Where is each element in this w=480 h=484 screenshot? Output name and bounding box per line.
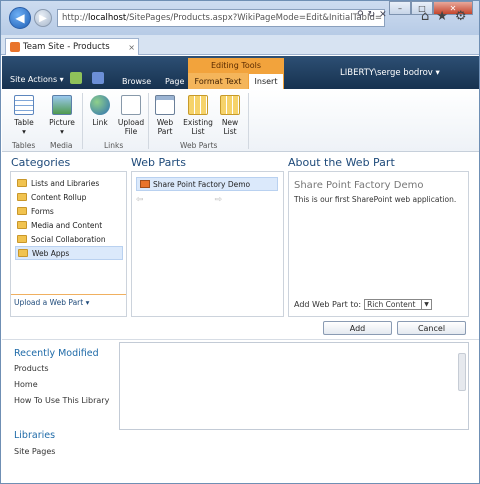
categories-panel: Lists and Libraries Content Rollup Forms… — [10, 171, 127, 317]
divider — [2, 339, 479, 340]
recently-modified-heading: Recently Modified — [14, 348, 99, 359]
back-icon[interactable]: ◀ — [9, 7, 31, 29]
web-part-item[interactable]: Share Point Factory Demo — [136, 177, 278, 191]
existing-list-icon — [188, 95, 208, 115]
add-button[interactable]: Add — [323, 321, 392, 335]
browser-window: ◀ ▶ http://localhost/SitePages/Products.… — [0, 0, 480, 484]
tab-close-icon[interactable]: × — [128, 43, 135, 52]
nav-link[interactable]: Home — [14, 380, 38, 389]
site-actions-menu[interactable]: Site Actions ▾ — [10, 75, 64, 84]
url-icons: ⚲ ↻ ✕ — [357, 10, 387, 20]
globe-link-icon — [90, 95, 110, 115]
folder-icon — [18, 249, 28, 257]
browser-tab-row: Team Site - Products × — [1, 35, 479, 55]
folder-icon — [17, 235, 27, 243]
cancel-button[interactable]: Cancel — [397, 321, 466, 335]
folder-icon — [17, 221, 27, 229]
browser-toolbar-icons: ⌂ ★ ⚙ — [421, 9, 467, 24]
libraries-heading[interactable]: Libraries — [14, 430, 55, 441]
tab-title: Team Site - Products — [23, 42, 110, 52]
folder-icon — [17, 207, 27, 215]
existing-list-button[interactable]: Existing List — [180, 95, 216, 136]
nav-link[interactable]: Site Pages — [14, 447, 55, 456]
categories-heading: Categories — [11, 156, 71, 169]
about-panel: Share Point Factory Demo This is our fir… — [288, 171, 469, 317]
edit-page-icon[interactable] — [92, 72, 104, 84]
category-item[interactable]: Forms — [15, 204, 54, 218]
browser-tab[interactable]: Team Site - Products × — [5, 38, 139, 55]
close-icon[interactable]: ✕ — [379, 10, 387, 20]
add-to-row: Add Web Part to: Rich Content ▼ — [294, 299, 433, 310]
zone-select[interactable]: Rich Content ▼ — [364, 299, 433, 310]
rich-content-editor[interactable] — [119, 342, 469, 430]
forward-icon[interactable]: ▶ — [34, 9, 52, 27]
nav-link[interactable]: Products — [14, 364, 49, 373]
table-button[interactable]: Table ▾ — [6, 95, 42, 136]
editing-tools-label: Editing Tools — [188, 58, 284, 73]
divider — [11, 294, 126, 295]
next-icon[interactable]: ⇨ — [214, 195, 222, 205]
divider — [248, 93, 249, 149]
category-item-selected[interactable]: Web Apps — [15, 246, 123, 260]
favorites-icon[interactable]: ★ — [436, 9, 448, 24]
minimize-button[interactable]: – — [389, 1, 411, 15]
ribbon-insert-panel: Table ▾ Picture ▾ Link Upload File Web P… — [2, 89, 479, 152]
upload-icon — [121, 95, 141, 115]
chevron-down-icon: ▼ — [421, 300, 431, 309]
add-to-label: Add Web Part to: — [294, 300, 362, 309]
category-item[interactable]: Social Collaboration — [15, 232, 106, 246]
group-web-parts: Web Parts — [180, 141, 218, 150]
address-bar-area: ◀ ▶ http://localhost/SitePages/Products.… — [1, 1, 479, 35]
table-icon — [14, 95, 34, 115]
web-part-button[interactable]: Web Part — [148, 95, 182, 136]
web-part-icon — [140, 180, 150, 188]
web-parts-heading: Web Parts — [131, 156, 186, 169]
user-menu[interactable]: LIBERTY\serge bodrov ▾ — [340, 68, 440, 78]
sharepoint-icon — [10, 42, 20, 52]
picture-button[interactable]: Picture ▾ — [44, 95, 80, 136]
about-description: This is our first SharePoint web applica… — [294, 195, 457, 204]
chevron-down-icon: ▾ — [22, 127, 26, 136]
nav-link[interactable]: How To Use This Library — [14, 396, 109, 405]
quick-icons — [70, 72, 104, 84]
category-item[interactable]: Content Rollup — [15, 190, 86, 204]
search-icon[interactable]: ⚲ — [357, 10, 364, 20]
upload-file-button[interactable]: Upload File — [112, 95, 150, 136]
group-media: Media — [50, 141, 73, 150]
tools-icon[interactable]: ⚙ — [455, 9, 467, 24]
about-title: Share Point Factory Demo — [294, 180, 424, 191]
chevron-down-icon: ▾ — [60, 127, 64, 136]
tab-format-text[interactable]: Format Text — [188, 73, 248, 89]
group-tables: Tables — [12, 141, 36, 150]
refresh-icon[interactable]: ↻ — [368, 10, 376, 20]
pager: ⇦ ⇨ — [136, 195, 222, 205]
sharepoint-top-bar: Site Actions ▾ Browse Page Editing Tools… — [2, 56, 479, 89]
new-list-icon — [220, 95, 240, 115]
folder-icon — [17, 193, 27, 201]
new-list-button[interactable]: New List — [214, 95, 246, 136]
url-input[interactable]: http://localhost/SitePages/Products.aspx… — [57, 9, 385, 27]
picture-icon — [52, 95, 72, 115]
category-item[interactable]: Media and Content — [15, 218, 102, 232]
web-parts-panel: Share Point Factory Demo ⇦ ⇨ — [131, 171, 284, 317]
navigate-up-icon[interactable] — [70, 72, 82, 84]
tab-browse[interactable]: Browse — [114, 73, 159, 89]
folder-icon — [17, 179, 27, 187]
about-heading: About the Web Part — [288, 156, 395, 169]
category-item[interactable]: Lists and Libraries — [15, 176, 99, 190]
upload-web-part-link[interactable]: Upload a Web Part ▾ — [14, 298, 89, 307]
group-links: Links — [104, 141, 124, 150]
tab-insert[interactable]: Insert — [248, 73, 284, 89]
scrollbar[interactable] — [458, 353, 466, 391]
home-icon[interactable]: ⌂ — [421, 9, 429, 24]
web-part-icon — [155, 95, 175, 115]
previous-icon[interactable]: ⇦ — [136, 195, 144, 205]
